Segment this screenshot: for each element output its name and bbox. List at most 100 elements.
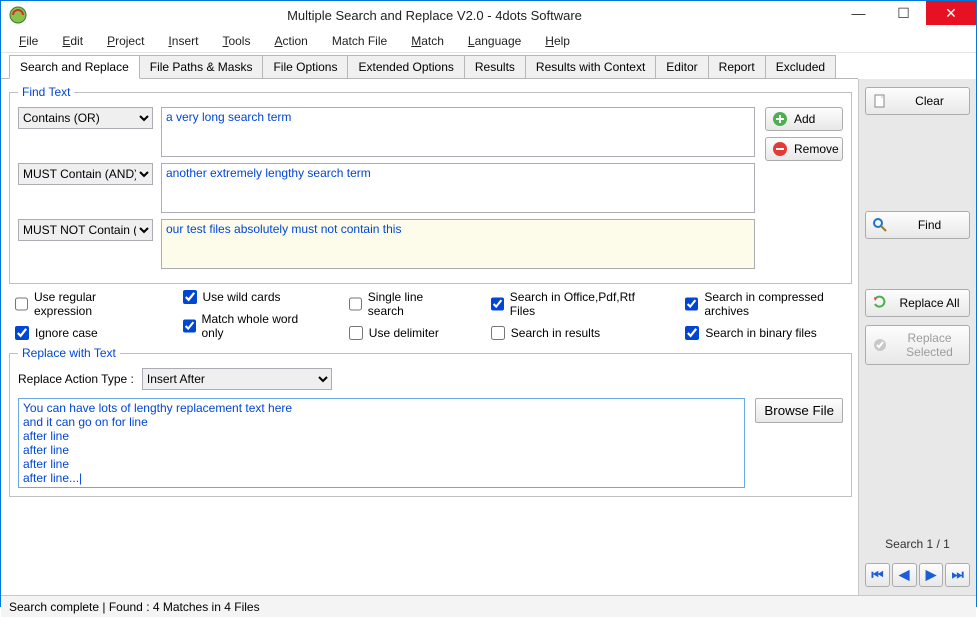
find-text-input-0[interactable] [161, 107, 755, 157]
chk-regex-input[interactable] [15, 297, 28, 311]
chk-inresults-input[interactable] [491, 326, 505, 340]
replace-text-input[interactable] [18, 398, 745, 488]
tabstrip: Search and Replace File Paths & Masks Fi… [9, 55, 972, 79]
chk-binary-label: Search in binary files [705, 326, 816, 340]
replace-all-label: Replace All [896, 296, 963, 310]
replace-all-icon [872, 295, 888, 311]
chk-delimiter-input[interactable] [349, 326, 363, 340]
minimize-button[interactable]: — [836, 1, 881, 25]
minus-icon [772, 141, 788, 157]
remove-label: Remove [794, 142, 839, 156]
chk-delimiter[interactable]: Use delimiter [349, 326, 451, 340]
menu-insert[interactable]: Insert [158, 31, 208, 51]
chk-office-input[interactable] [491, 297, 504, 311]
replace-fieldset: Replace with Text Replace Action Type : … [9, 346, 852, 497]
chk-inresults[interactable]: Search in results [491, 326, 646, 340]
window-controls: — ☐ ✕ [836, 1, 976, 29]
search-counter: Search 1 / 1 [865, 537, 970, 551]
menu-help[interactable]: Help [535, 31, 580, 51]
first-icon: ⏮ [871, 567, 883, 583]
chk-binary[interactable]: Search in binary files [685, 326, 852, 340]
replace-selected-label: Replace Selected [896, 331, 963, 359]
replace-selected-button[interactable]: Replace Selected [865, 325, 970, 365]
app-icon [9, 6, 27, 24]
clear-button[interactable]: Clear [865, 87, 970, 115]
find-row-2: MUST NOT Contain (NO [18, 219, 755, 269]
find-row-0: Contains (OR) [18, 107, 755, 157]
chk-singleline-label: Single line search [368, 290, 451, 318]
chk-compressed-input[interactable] [685, 297, 698, 311]
tab-report[interactable]: Report [708, 55, 766, 79]
chk-binary-input[interactable] [685, 326, 699, 340]
chk-ignorecase[interactable]: Ignore case [15, 326, 143, 340]
chk-wildcards-label: Use wild cards [203, 290, 281, 304]
find-button[interactable]: Find [865, 211, 970, 239]
chk-wholeword-label: Match whole word only [202, 312, 309, 340]
search-icon [872, 217, 888, 233]
main: Find Text Contains (OR) MUST Contain (AN… [1, 79, 976, 595]
next-icon: ▶ [926, 567, 936, 583]
menu-matchfile[interactable]: Match File [322, 31, 397, 51]
remove-button[interactable]: Remove [765, 137, 843, 161]
tab-excluded[interactable]: Excluded [765, 55, 836, 79]
menu-project[interactable]: Project [97, 31, 154, 51]
chk-ignorecase-label: Ignore case [35, 326, 98, 340]
find-mode-select-1[interactable]: MUST Contain (AND) [18, 163, 153, 185]
find-label: Find [896, 218, 963, 232]
tab-file-paths[interactable]: File Paths & Masks [139, 55, 264, 79]
nav-next-button[interactable]: ▶ [919, 563, 944, 587]
menu-language[interactable]: Language [458, 31, 531, 51]
menu-match[interactable]: Match [401, 31, 454, 51]
tab-results-context[interactable]: Results with Context [525, 55, 656, 79]
nav-first-button[interactable]: ⏮ [865, 563, 890, 587]
close-button[interactable]: ✕ [926, 1, 976, 25]
chk-singleline-input[interactable] [349, 297, 362, 311]
add-button[interactable]: Add [765, 107, 843, 131]
chk-inresults-label: Search in results [511, 326, 600, 340]
menu-tools[interactable]: Tools [212, 31, 260, 51]
replace-type-select[interactable]: Insert After [142, 368, 332, 390]
window-title: Multiple Search and Replace V2.0 - 4dots… [33, 8, 836, 23]
menubar: File Edit Project Insert Tools Action Ma… [1, 29, 976, 53]
chk-delimiter-label: Use delimiter [369, 326, 439, 340]
chk-compressed[interactable]: Search in compressed archives [685, 290, 852, 318]
chk-office-label: Search in Office,Pdf,Rtf Files [510, 290, 646, 318]
menu-file[interactable]: File [9, 31, 48, 51]
tab-extended[interactable]: Extended Options [347, 55, 464, 79]
tab-editor[interactable]: Editor [655, 55, 708, 79]
menu-edit[interactable]: Edit [52, 31, 93, 51]
browse-file-button[interactable]: Browse File [755, 398, 843, 423]
chk-singleline[interactable]: Single line search [349, 290, 451, 318]
maximize-button[interactable]: ☐ [881, 1, 926, 25]
nav-prev-button[interactable]: ◀ [892, 563, 917, 587]
chk-office[interactable]: Search in Office,Pdf,Rtf Files [491, 290, 646, 318]
tab-search-replace[interactable]: Search and Replace [9, 55, 140, 79]
tab-results[interactable]: Results [464, 55, 526, 79]
sidebar: Clear Find Replace All Replace Selected … [858, 79, 976, 595]
menu-action[interactable]: Action [264, 31, 317, 51]
find-text-input-1[interactable] [161, 163, 755, 213]
find-legend: Find Text [18, 85, 74, 99]
find-mode-select-0[interactable]: Contains (OR) [18, 107, 153, 129]
find-mode-select-2[interactable]: MUST NOT Contain (NO [18, 219, 153, 241]
prev-icon: ◀ [899, 567, 909, 583]
main-left: Find Text Contains (OR) MUST Contain (AN… [1, 78, 858, 595]
tab-file-options[interactable]: File Options [262, 55, 348, 79]
chk-regex[interactable]: Use regular expression [15, 290, 143, 318]
find-row-1: MUST Contain (AND) [18, 163, 755, 213]
replace-type-label: Replace Action Type : [18, 372, 134, 386]
chk-wholeword-input[interactable] [183, 319, 196, 333]
chk-wholeword[interactable]: Match whole word only [183, 312, 309, 340]
replace-all-button[interactable]: Replace All [865, 289, 970, 317]
chk-compressed-label: Search in compressed archives [704, 290, 852, 318]
chk-wildcards-input[interactable] [183, 290, 197, 304]
nav-last-button[interactable]: ⏭ [945, 563, 970, 587]
last-icon: ⏭ [952, 567, 964, 583]
titlebar: Multiple Search and Replace V2.0 - 4dots… [1, 1, 976, 29]
chk-wildcards[interactable]: Use wild cards [183, 290, 309, 304]
chk-ignorecase-input[interactable] [15, 326, 29, 340]
clear-label: Clear [896, 94, 963, 108]
find-text-input-2[interactable] [161, 219, 755, 269]
add-label: Add [794, 112, 815, 126]
check-icon [872, 337, 888, 353]
